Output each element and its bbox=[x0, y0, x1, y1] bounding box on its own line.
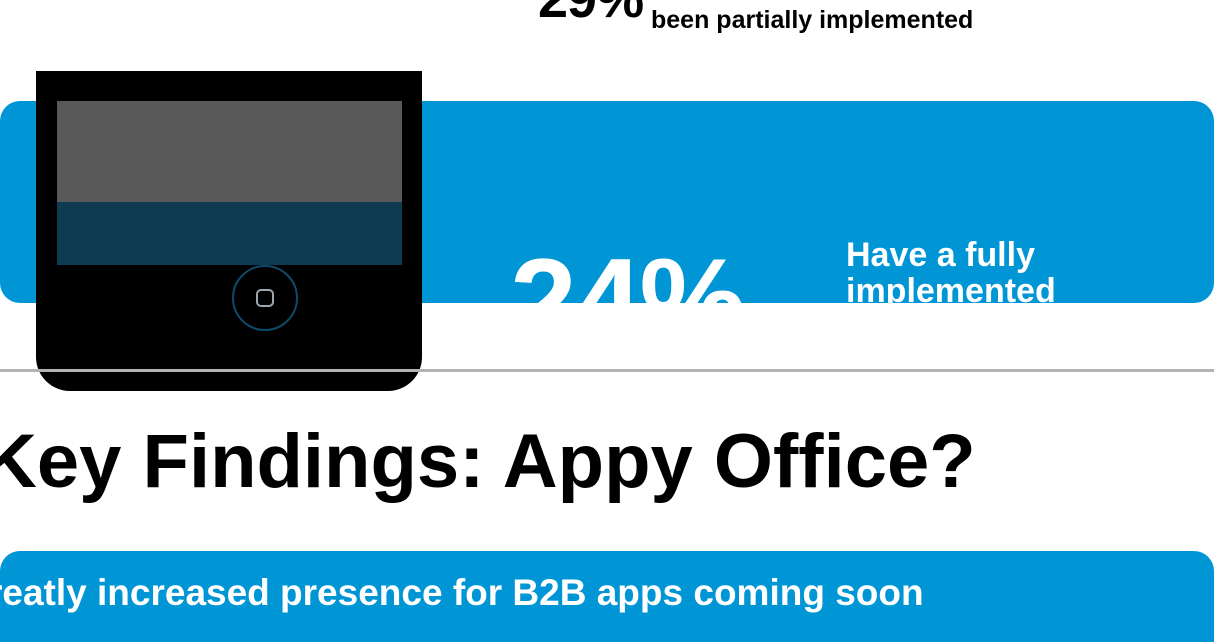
b2b-apps-banner: reatly increased presence for B2B apps c… bbox=[0, 551, 1214, 642]
home-button-square bbox=[256, 289, 274, 307]
mobile-strategy-stat-banner: 24% Have a fully implemented mobile stra… bbox=[0, 71, 1214, 391]
full-implementation-percent: 24% bbox=[510, 234, 746, 368]
partial-implementation-label: been partially implemented bbox=[651, 6, 974, 34]
key-findings-heading: Key Findings: Appy Office? bbox=[0, 419, 976, 504]
section-divider bbox=[0, 369, 1214, 372]
b2b-apps-banner-text: reatly increased presence for B2B apps c… bbox=[0, 572, 924, 613]
full-implementation-label: Have a fully implemented mobile strategy bbox=[846, 236, 1098, 346]
partial-implementation-percent: 29% bbox=[538, 0, 644, 26]
phone-screen-reflection bbox=[57, 202, 402, 265]
smartphone-icon bbox=[36, 71, 422, 391]
home-button-icon bbox=[232, 265, 298, 331]
